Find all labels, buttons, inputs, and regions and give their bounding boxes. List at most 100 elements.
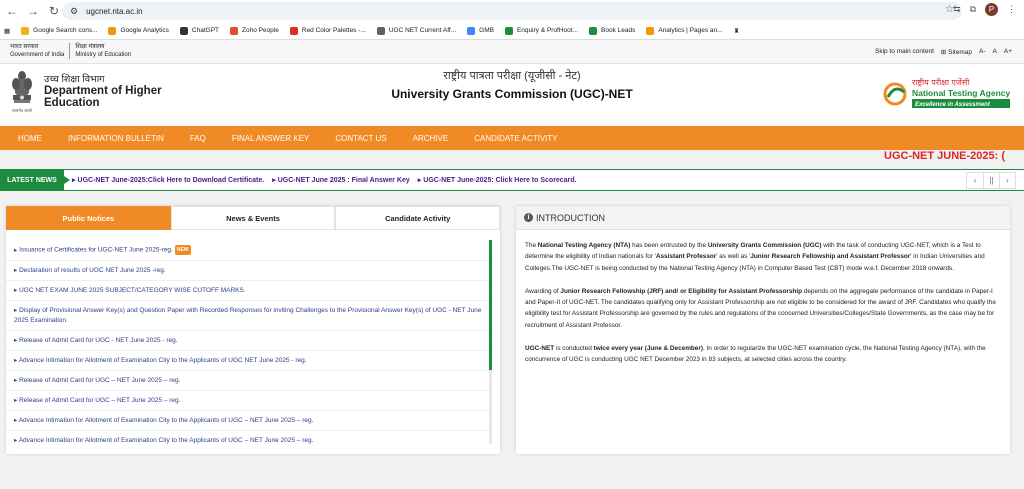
bookmark-label: Google Analytics <box>120 27 169 34</box>
tab-candidate-activity[interactable]: Candidate Activity <box>335 206 501 230</box>
bookmark-favicon-icon <box>504 26 513 35</box>
notices-scrollbar[interactable] <box>489 240 492 444</box>
public-notices-list: Issuance of Certificates for UGC-NET Jun… <box>6 240 490 448</box>
notice-text: Advance Intimation for Allotment of Exam… <box>18 356 307 364</box>
notice-item[interactable]: Release of Admit Card for UGC – NET June… <box>6 391 490 411</box>
bookmark-favicon-icon <box>21 26 30 35</box>
nav-candidate-activity[interactable]: CANDIDATE ACTIVITY <box>474 134 557 143</box>
menu-icon[interactable]: ⋮ <box>1007 4 1016 15</box>
browser-toolbar: ← → ↻ ⚙ ugcnet.nta.ac.in ☆ ⇆ ⧉ P ⋮ <box>0 0 1024 22</box>
info-icon: i <box>524 213 533 222</box>
introduction-header: i INTRODUCTION <box>516 206 1010 230</box>
bookmark-favicon-icon <box>289 26 298 35</box>
apps-icon[interactable]: ▦ <box>4 27 10 35</box>
notice-tabs: Public Notices News & Events Candidate A… <box>6 206 501 230</box>
news-item[interactable]: UGC-NET June-2025:Click Here to Download… <box>72 176 265 184</box>
back-icon[interactable]: ← <box>3 2 21 20</box>
bookmark-item[interactable]: Google Search cons... <box>21 26 98 35</box>
bookmarks-bar: ▦ Google Search cons... Google Analytics… <box>0 22 1024 40</box>
notices-scroll-thumb[interactable] <box>489 240 492 370</box>
notice-text: Release of Admit Card for UGC - NET June… <box>19 336 178 344</box>
bookmark-favicon-icon <box>230 26 238 35</box>
main-nav: HOME INFORMATION BULLETIN FAQ FINAL ANSW… <box>0 126 1024 150</box>
site-info-icon[interactable]: ⚙ <box>70 6 78 17</box>
nav-contact-us[interactable]: CONTACT US <box>335 134 386 143</box>
notices-panel: Public Notices News & Events Candidate A… <box>6 206 501 454</box>
ticker-prev-icon[interactable]: ‹ <box>967 173 983 188</box>
bookmark-item[interactable]: Google Analytics <box>108 26 169 35</box>
notice-item[interactable]: UGC NET EXAM JUNE 2025 SUBJECT/CATEGORY … <box>6 281 490 301</box>
notice-item[interactable]: Advance Intimation for Allotment of Exam… <box>6 411 490 431</box>
gov-en: Government of India <box>10 52 65 58</box>
profile-avatar[interactable]: P <box>985 3 998 16</box>
bookmark-favicon-icon <box>376 26 385 35</box>
notice-text: Release of Admit Card for UGC – NET June… <box>19 376 181 384</box>
tab-news-events[interactable]: News & Events <box>170 206 336 230</box>
intro-paragraph: The National Testing Agency (NTA) has be… <box>525 242 985 272</box>
nta-tagline: Excellence in Assessment <box>915 102 991 108</box>
gov-of-india[interactable]: भारत सरकार Government of India <box>5 43 69 59</box>
extension-icon[interactable]: ♜ <box>734 27 740 35</box>
dept-hindi: उच्च शिक्षा विभाग <box>44 74 105 85</box>
nta-hindi: राष्ट्रीय परीक्षा एजेंसी <box>912 77 970 87</box>
news-item[interactable]: UGC-NET June 2025 : Final Answer Key <box>272 176 410 184</box>
bookmark-item[interactable]: Analytics | Pages an... <box>646 26 723 35</box>
bookmark-item[interactable]: ChatGPT <box>179 26 219 35</box>
notice-item[interactable]: Advance Intimation for Allotment of Exam… <box>6 351 490 371</box>
news-item[interactable]: UGC-NET June-2025: Click Here to Scoreca… <box>418 176 576 184</box>
bookmark-item[interactable]: Red Color Palettes -... <box>289 26 366 35</box>
notice-item[interactable]: Advance Intimation for Allotment of Exam… <box>6 431 490 448</box>
bookmark-label: Google Search cons... <box>33 27 98 34</box>
tab-public-notices[interactable]: Public Notices <box>6 206 171 230</box>
nav-home[interactable]: HOME <box>18 134 42 143</box>
cast-icon[interactable]: ⇆ <box>953 4 961 15</box>
sitemap-link[interactable]: ⊞ Sitemap <box>941 48 972 56</box>
font-decrease-button[interactable]: A- <box>979 48 986 56</box>
notice-item[interactable]: Release of Admit Card for UGC – NET June… <box>6 371 490 391</box>
font-normal-button[interactable]: A <box>993 48 997 56</box>
bookmark-label: ChatGPT <box>191 27 219 34</box>
nav-final-answer-key[interactable]: FINAL ANSWER KEY <box>232 134 310 143</box>
forward-icon[interactable]: → <box>24 2 42 20</box>
nta-logo[interactable]: राष्ट्रीय परीक्षा एजेंसी National Testin… <box>882 74 1012 116</box>
url-text: ugcnet.nta.ac.in <box>86 6 143 16</box>
notice-text: Declaration of results of UGC NET June 2… <box>19 266 166 274</box>
nav-information-bulletin[interactable]: INFORMATION BULLETIN <box>68 134 164 143</box>
nav-archive[interactable]: ARCHIVE <box>413 134 449 143</box>
ticker-next-icon[interactable]: › <box>999 173 1015 188</box>
reload-icon[interactable]: ↻ <box>45 2 63 20</box>
bookmark-label: GMB <box>479 27 494 34</box>
nav-faq[interactable]: FAQ <box>190 134 206 143</box>
notice-item[interactable]: Release of Admit Card for UGC - NET June… <box>6 331 490 351</box>
skip-to-main-link[interactable]: Skip to main content <box>875 48 934 56</box>
site-header: राष्ट्रीय पात्रता परीक्षा (यूजीसी - नेट)… <box>0 64 1024 126</box>
ticker-pause-icon[interactable]: || <box>983 173 999 188</box>
address-bar[interactable]: ⚙ ugcnet.nta.ac.in ☆ <box>62 2 962 20</box>
notice-item[interactable]: Declaration of results of UGC NET June 2… <box>6 261 490 281</box>
ministry-of-education[interactable]: शिक्षा मंत्रालय Ministry of Education <box>69 43 136 59</box>
notice-item[interactable]: Display of Provisional Answer Key(s) and… <box>6 301 490 331</box>
notice-text: Advance Intimation for Allotment of Exam… <box>18 416 314 424</box>
notice-text: Display of Provisional Answer Key(s) and… <box>14 306 482 324</box>
font-increase-button[interactable]: A+ <box>1004 48 1012 56</box>
scrolling-headline[interactable]: UGC-NET JUNE-2025: ( <box>884 150 1005 162</box>
department-name: उच्च शिक्षा विभाग Department of Higher E… <box>44 72 162 109</box>
gov-strip: भारत सरकार Government of India शिक्षा मं… <box>0 40 1024 64</box>
extensions-icon[interactable]: ⧉ <box>970 4 976 15</box>
bookmark-item[interactable]: Book Leads <box>589 26 635 35</box>
intro-paragraph: Awarding of Junior Research Fellowship (… <box>525 287 996 329</box>
bookmark-label: Red Color Palettes -... <box>301 27 366 34</box>
bookmark-item[interactable]: Enquiry & ProfHoot... <box>504 26 578 35</box>
nta-english: National Testing Agency <box>912 88 1011 98</box>
bookmark-item[interactable]: GMB <box>467 26 494 35</box>
dept-english-line1: Department of Higher <box>44 85 162 97</box>
new-badge: NEW <box>174 245 191 255</box>
bookmark-label: Analytics | Pages an... <box>658 27 723 34</box>
bookmark-item[interactable]: Zoho People <box>230 26 279 35</box>
introduction-body: The National Testing Agency (NTA) has be… <box>516 230 1010 366</box>
ministry-en: Ministry of Education <box>75 52 132 58</box>
dept-english-line2: Education <box>44 97 100 109</box>
bookmark-favicon-icon <box>589 26 598 35</box>
notice-item[interactable]: Issuance of Certificates for UGC-NET Jun… <box>6 240 490 261</box>
bookmark-item[interactable]: UGC NET Current Aff... <box>376 26 456 35</box>
